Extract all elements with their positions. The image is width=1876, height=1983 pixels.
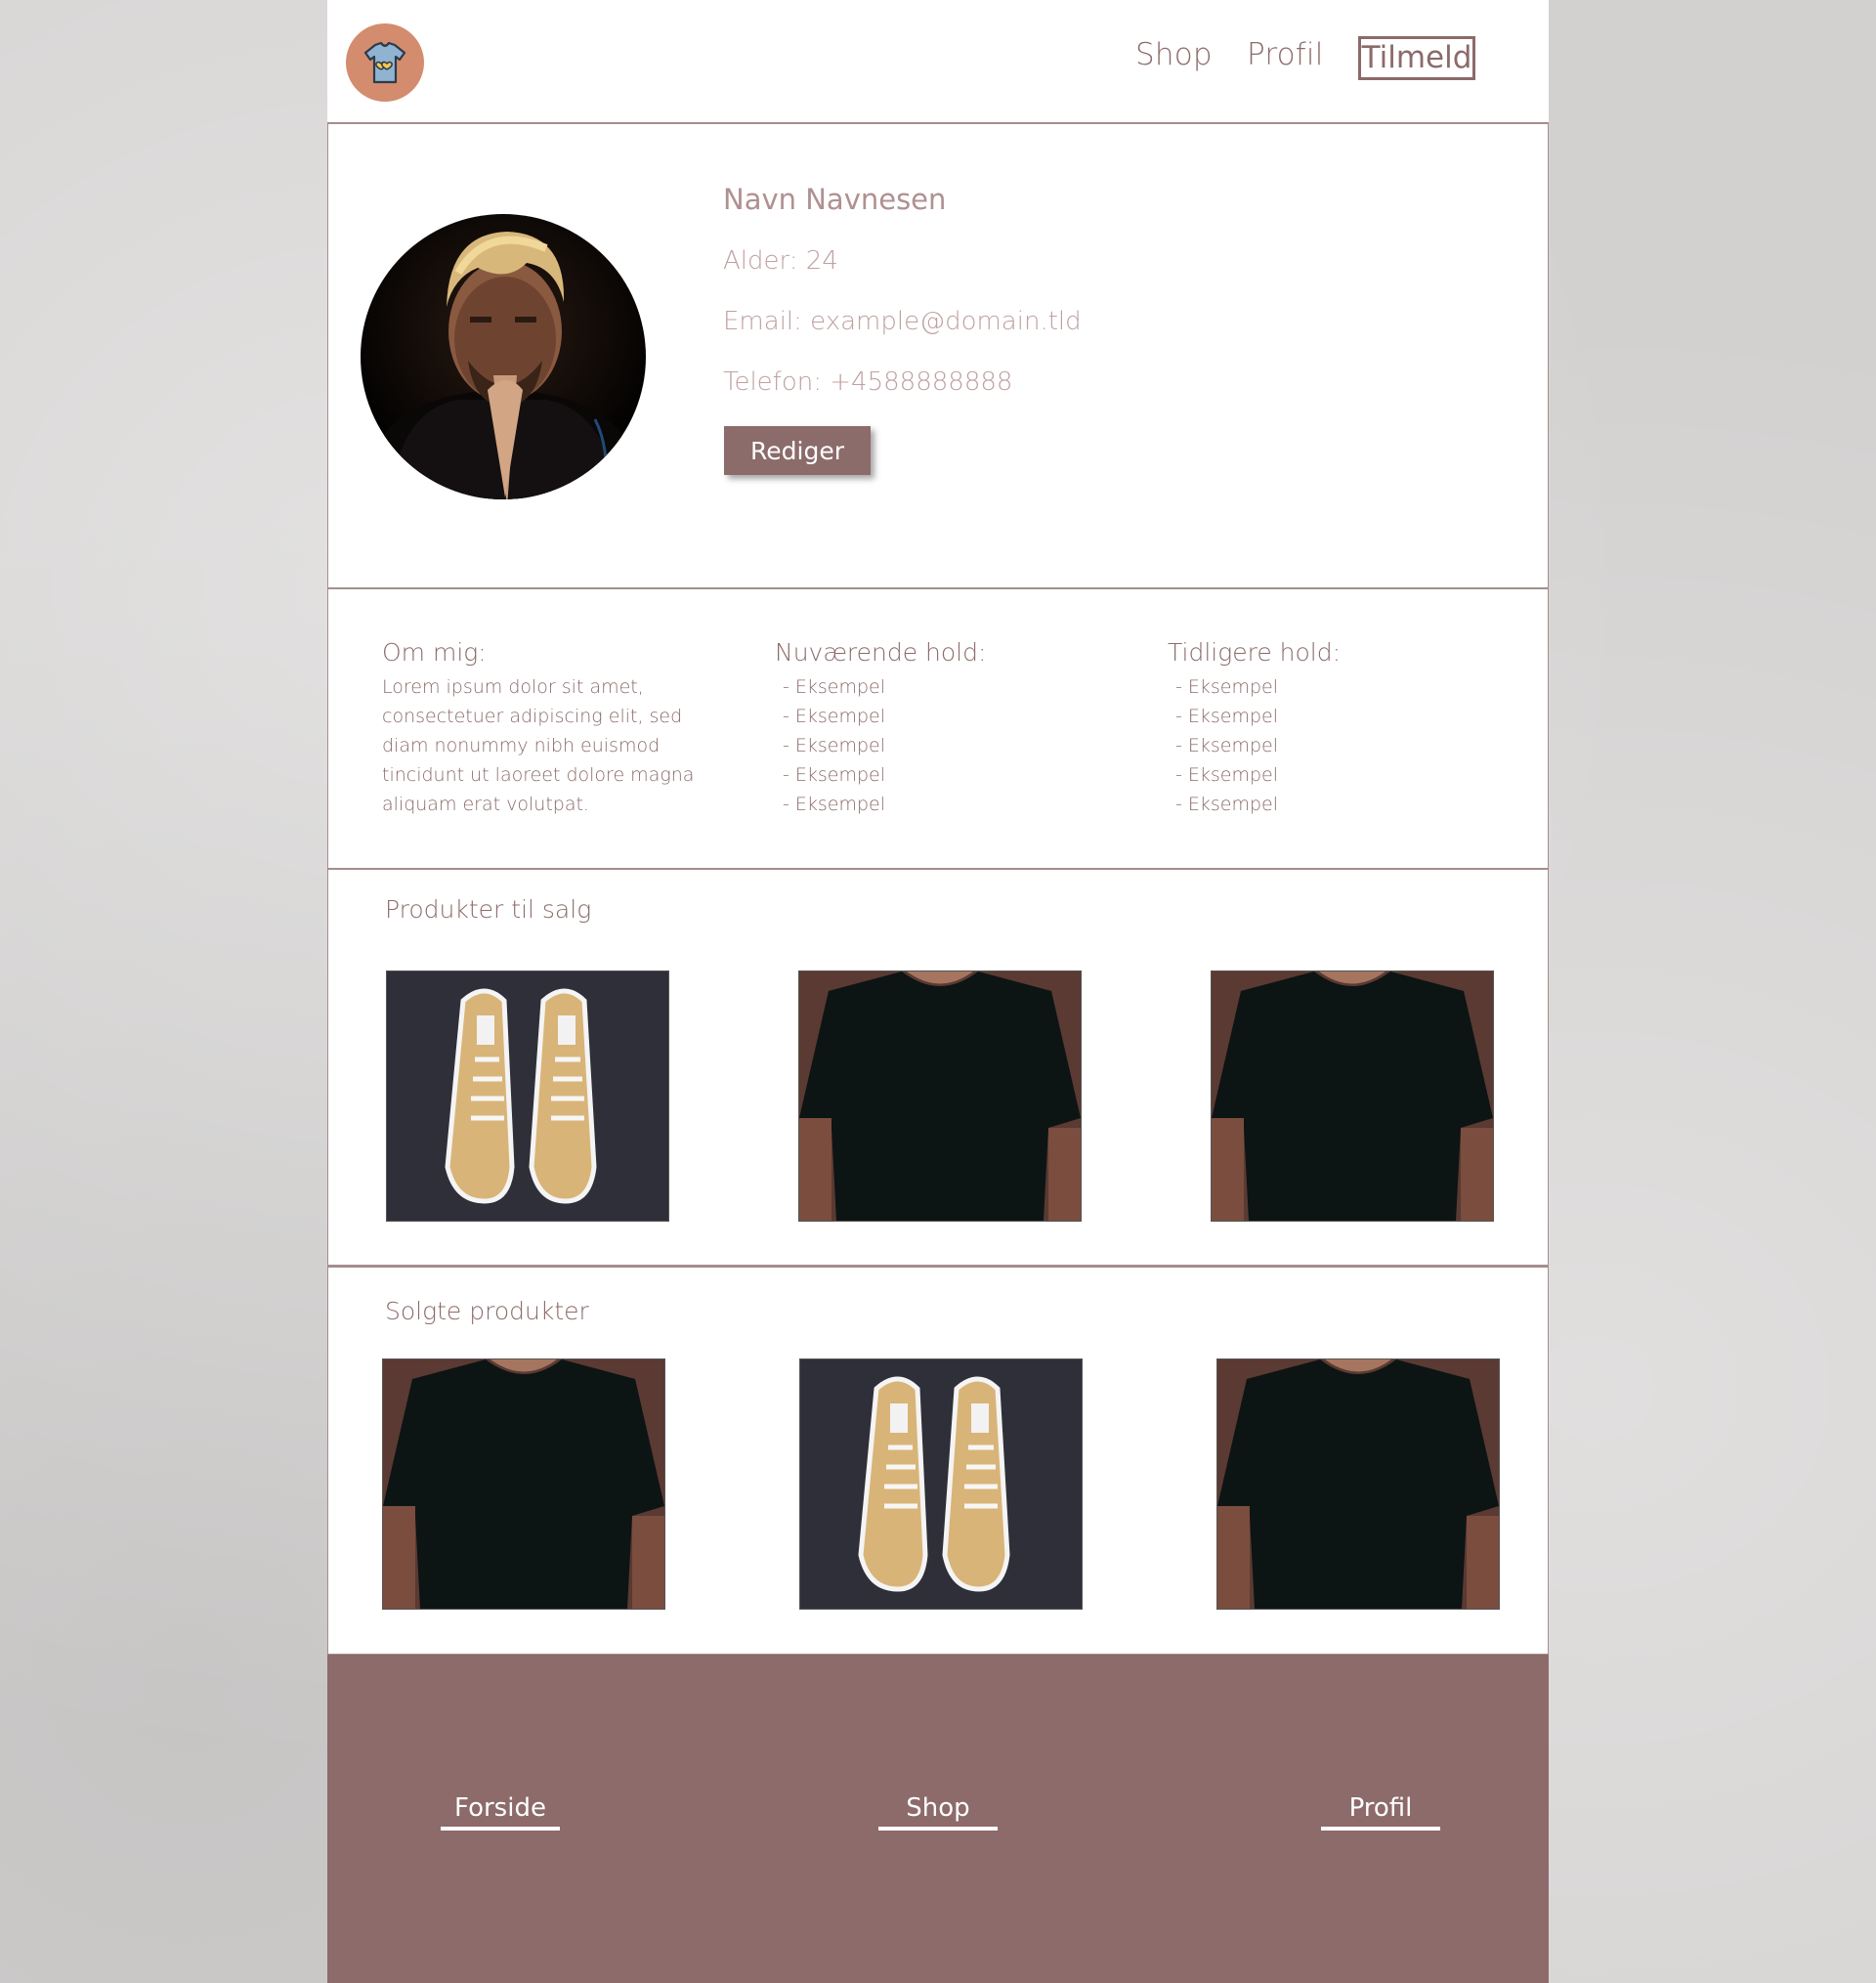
nav-shop[interactable]: Shop [1135,37,1213,72]
footer-link-forside[interactable]: Forside [441,1793,560,1831]
header: Shop Profil Tilmeld [327,0,1549,124]
list-item: - Eksempel [783,706,886,727]
edit-button[interactable]: Rediger [724,426,871,475]
product-thumb-tshirt[interactable] [798,970,1082,1222]
profile-phone: Telefon: +4588888888 [723,367,1013,397]
list-item: - Eksempel [783,676,886,698]
products-for-sale-section: Produkter til salg [327,870,1549,1268]
list-item: - Eksempel [1175,735,1279,756]
about-title: Om mig: [382,638,487,667]
current-teams-list: - Eksempel - Eksempel - Eksempel - Eksem… [775,672,986,819]
signup-button[interactable]: Tilmeld [1358,36,1475,80]
nav-profil[interactable]: Profil [1247,37,1324,72]
footer-link-shop[interactable]: Shop [878,1793,998,1831]
list-item: - Eksempel [1175,676,1279,698]
previous-teams-title: Tidligere hold: [1168,638,1342,667]
profile-section: Navn Navnesen Alder: 24 Email: example@d… [327,124,1549,589]
profile-age: Alder: 24 [723,246,838,276]
product-thumb-sneakers[interactable] [799,1358,1083,1610]
logo[interactable] [346,23,424,102]
products-for-sale-title: Produkter til salg [385,895,592,924]
list-item: - Eksempel [783,764,886,786]
about-column: Om mig: Lorem ipsum dolor sit amet, cons… [382,638,714,819]
about-text: Lorem ipsum dolor sit amet, consectetuer… [382,676,695,815]
list-item: - Eksempel [783,735,886,756]
list-item: - Eksempel [1175,764,1279,786]
previous-teams-column: Tidligere hold: - Eksempel - Eksempel - … [1168,638,1341,819]
product-thumb-sneakers[interactable] [386,970,669,1222]
current-teams-column: Nuværende hold: - Eksempel - Eksempel - … [775,638,986,819]
page: Shop Profil Tilmeld Navn Navnesen Alder:… [327,0,1549,1983]
list-item: - Eksempel [783,794,886,815]
info-section: Om mig: Lorem ipsum dolor sit amet, cons… [327,589,1549,870]
profile-email: Email: example@domain.tld [723,307,1082,336]
product-thumb-tshirt[interactable] [1211,970,1494,1222]
sold-products-title: Solgte produkter [385,1297,589,1325]
list-item: - Eksempel [1175,706,1279,727]
avatar [361,214,646,499]
tshirt-heart-icon [363,41,406,84]
profile-name: Navn Navnesen [723,183,947,216]
previous-teams-list: - Eksempel - Eksempel - Eksempel - Eksem… [1168,672,1341,819]
sold-products-section: Solgte produkter [327,1268,1549,1655]
footer: Forside Shop Profil [327,1655,1549,1983]
current-teams-title: Nuværende hold: [775,638,987,667]
list-item: - Eksempel [1175,794,1279,815]
footer-link-profil[interactable]: Profil [1321,1793,1440,1831]
product-thumb-tshirt[interactable] [382,1358,665,1610]
product-thumb-tshirt[interactable] [1216,1358,1500,1610]
